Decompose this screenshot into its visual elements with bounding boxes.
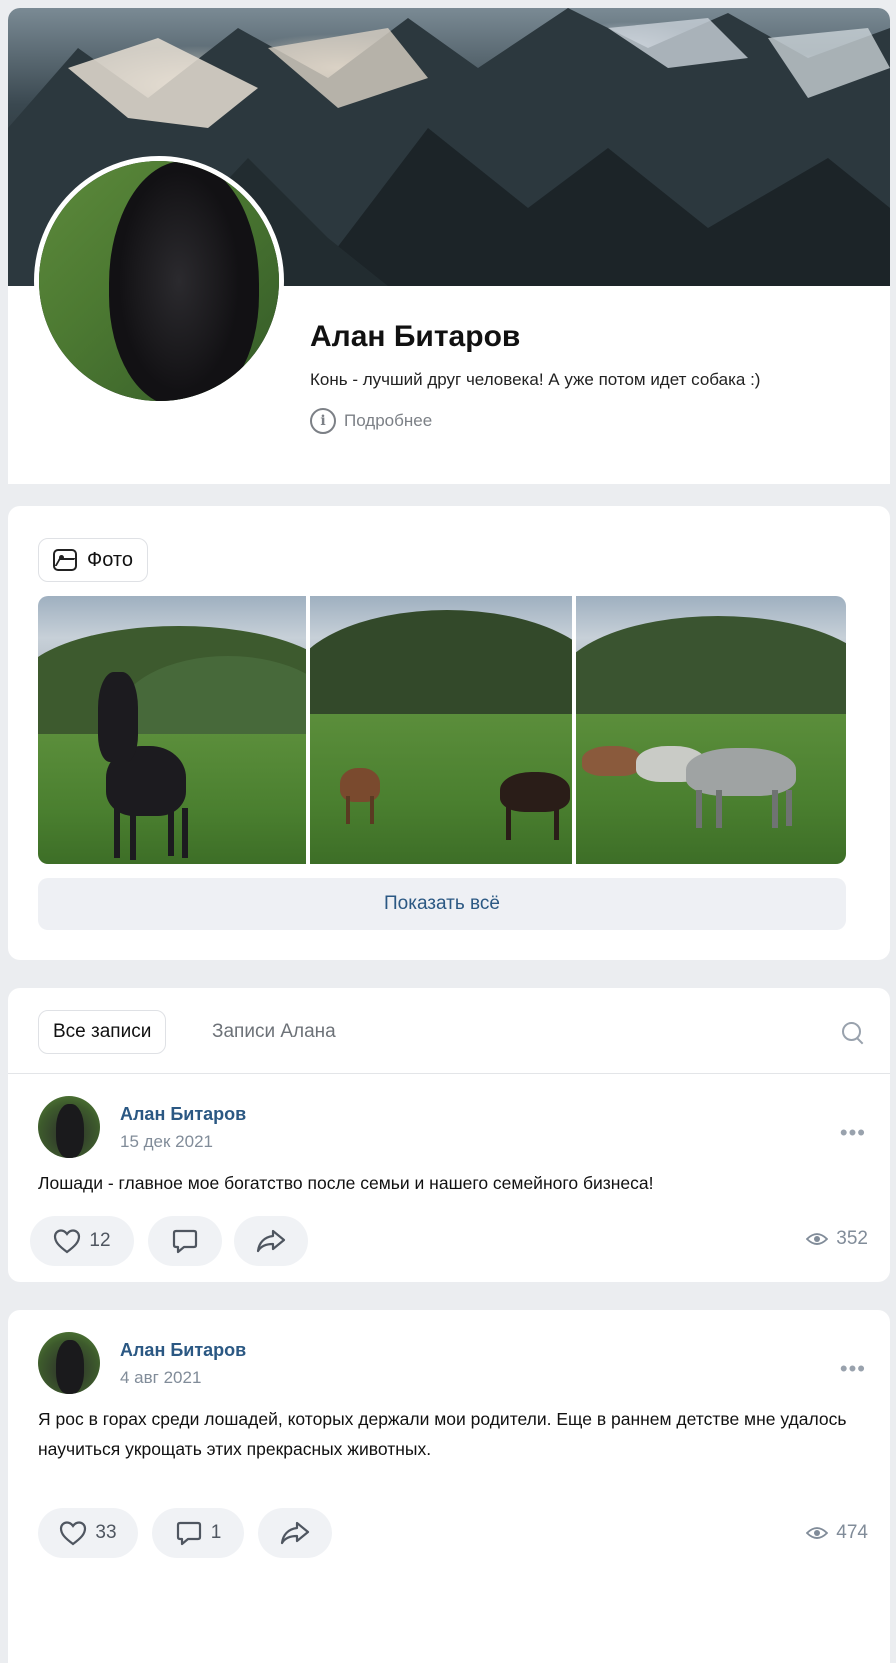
profile-name: Алан Битаров <box>310 320 521 353</box>
photos-block: Фото Показать всё <box>8 506 890 960</box>
wall-post: Алан Битаров 15 дек 2021 ••• Лошади - гл… <box>8 1074 890 1282</box>
more-icon[interactable]: ••• <box>840 1120 866 1146</box>
photo-thumbnail[interactable] <box>310 596 572 864</box>
search-icon[interactable] <box>842 1022 864 1044</box>
views-counter: 474 <box>806 1522 868 1544</box>
like-button[interactable]: 33 <box>38 1508 138 1558</box>
wall-post: Алан Битаров 4 авг 2021 ••• Я рос в гора… <box>8 1310 890 1663</box>
comment-count: 1 <box>210 1522 222 1543</box>
post-author[interactable]: Алан Битаров <box>120 1340 246 1361</box>
profile-header: Алан Битаров Конь - лучший друг человека… <box>8 8 890 484</box>
eye-icon <box>806 1526 829 1540</box>
avatar[interactable] <box>38 1332 100 1394</box>
comment-button[interactable] <box>148 1216 222 1266</box>
like-count: 33 <box>95 1522 117 1543</box>
photos-chip-label: Фото <box>87 548 133 571</box>
comment-icon <box>171 1227 199 1255</box>
image-icon <box>53 549 77 571</box>
show-all-button[interactable]: Показать всё <box>38 878 846 930</box>
details-label: Подробнее <box>344 411 433 430</box>
comment-button[interactable]: 1 <box>152 1508 244 1558</box>
more-icon[interactable]: ••• <box>840 1356 866 1382</box>
photos-chip[interactable]: Фото <box>38 538 148 582</box>
heart-icon <box>53 1228 81 1254</box>
tab-own-posts[interactable]: Записи Алана <box>212 1010 336 1054</box>
share-button[interactable] <box>258 1508 332 1558</box>
tab-all-posts[interactable]: Все записи <box>38 1010 167 1054</box>
info-icon: i <box>310 408 336 434</box>
post-text: Лошади - главное мое богатство после сем… <box>38 1173 654 1193</box>
profile-avatar[interactable] <box>34 156 284 406</box>
like-count: 12 <box>89 1230 111 1251</box>
post-date[interactable]: 4 авг 2021 <box>120 1368 201 1388</box>
views-count: 352 <box>836 1228 868 1249</box>
views-counter: 352 <box>806 1228 868 1250</box>
comment-icon <box>175 1519 203 1547</box>
post-text: Я рос в горах среди лошадей, которых дер… <box>38 1409 847 1459</box>
share-button[interactable] <box>234 1216 308 1266</box>
profile-status: Конь - лучший друг человека! А уже потом… <box>310 370 761 389</box>
eye-icon <box>806 1232 829 1246</box>
views-count: 474 <box>836 1522 868 1543</box>
avatar[interactable] <box>38 1096 100 1158</box>
photo-thumbnail[interactable] <box>576 596 846 864</box>
post-author[interactable]: Алан Битаров <box>120 1104 246 1125</box>
details-link[interactable]: i Подробнее <box>310 408 432 434</box>
photo-thumbnail[interactable] <box>38 596 306 864</box>
post-date[interactable]: 15 дек 2021 <box>120 1132 213 1152</box>
like-button[interactable]: 12 <box>30 1216 134 1266</box>
share-icon <box>280 1520 310 1546</box>
heart-icon <box>59 1520 87 1546</box>
wall-tabs: Все записи Записи Алана <box>8 988 890 1074</box>
share-icon <box>256 1228 286 1254</box>
profile-page: Алан Битаров Конь - лучший друг человека… <box>8 8 890 1663</box>
